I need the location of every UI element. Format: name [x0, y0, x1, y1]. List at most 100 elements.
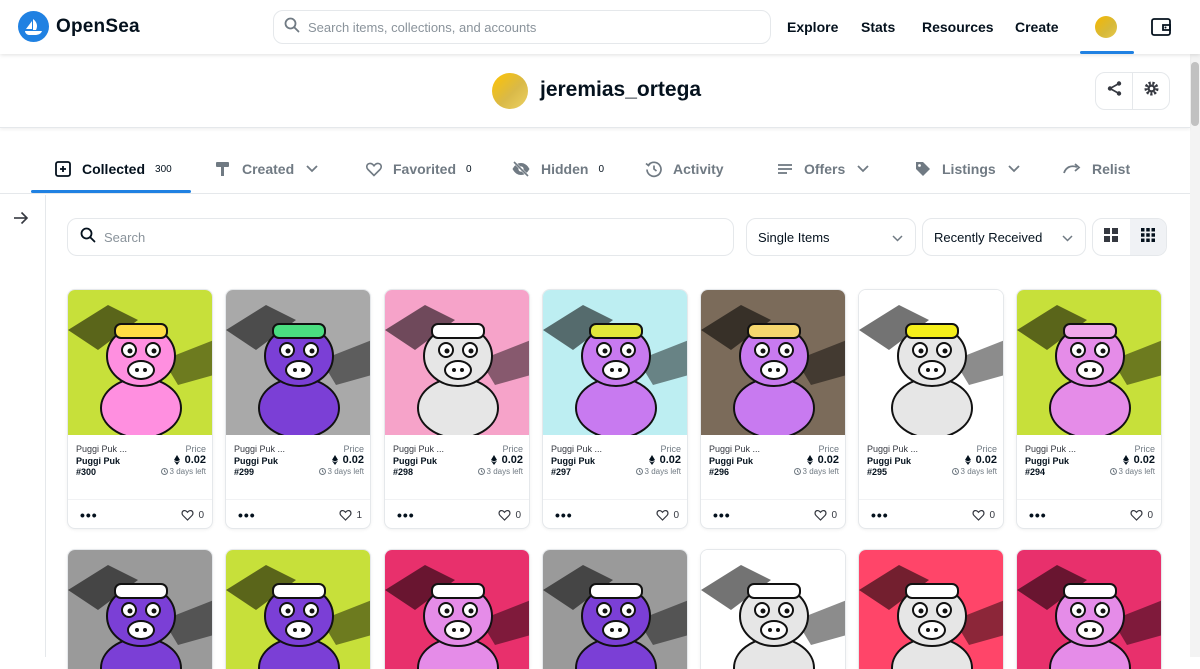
sort-select[interactable]: Recently Received: [922, 218, 1086, 256]
tab-favorited[interactable]: Favorited 0: [365, 160, 472, 178]
nft-art[interactable]: [385, 290, 529, 435]
nft-card[interactable]: Puggi Puk ... Price Puggi Puk 0.02 #294 …: [1016, 289, 1162, 529]
tab-offers[interactable]: Offers: [776, 160, 869, 178]
favorite-button[interactable]: 1: [339, 509, 362, 521]
favorite-button[interactable]: 0: [1130, 509, 1153, 521]
favorite-button[interactable]: 0: [181, 509, 204, 521]
collected-icon: [54, 160, 72, 178]
clock-icon: [951, 468, 959, 475]
item-type-select[interactable]: Single Items: [746, 218, 916, 256]
settings-button[interactable]: [1132, 73, 1169, 109]
nft-card-info: Puggi Puk ... Price Puggi Puk 0.02 #298 …: [385, 435, 529, 499]
nft-collection-name[interactable]: Puggi Puk ...: [551, 444, 602, 454]
nft-card-footer: ••• 1: [226, 499, 370, 528]
more-options-icon[interactable]: •••: [713, 508, 731, 522]
profile-avatar-button[interactable]: [1095, 16, 1117, 38]
nft-image: [226, 290, 370, 435]
page-scrollbar[interactable]: [1190, 54, 1200, 657]
nft-price-label: Price: [343, 444, 364, 454]
tab-activity[interactable]: Activity: [645, 160, 724, 178]
expand-filters-arrow-icon[interactable]: [12, 210, 30, 231]
nft-collection-name[interactable]: Puggi Puk ...: [234, 444, 285, 454]
nft-card[interactable]: [67, 549, 213, 669]
nft-card[interactable]: Puggi Puk ... Price Puggi Puk 0.02 #298 …: [384, 289, 530, 529]
global-search[interactable]: [273, 10, 771, 44]
sort-value: Recently Received: [934, 229, 1043, 245]
nft-like-count: 0: [1147, 509, 1153, 521]
nft-art[interactable]: [859, 550, 1003, 669]
nft-card[interactable]: Puggi Puk ... Price Puggi Puk 0.02 #299 …: [225, 289, 371, 529]
nft-art[interactable]: [226, 290, 370, 435]
nft-art[interactable]: [701, 550, 845, 669]
nft-collection-name[interactable]: Puggi Puk ...: [76, 444, 127, 454]
nft-art[interactable]: [68, 550, 212, 669]
page-scrollbar-thumb[interactable]: [1191, 62, 1199, 126]
nft-card[interactable]: [542, 549, 688, 669]
nft-time-left-text: 3 days left: [1118, 467, 1155, 476]
nft-card-info: Puggi Puk ... Price Puggi Puk 0.02 #294 …: [1017, 435, 1161, 499]
tab-hidden[interactable]: Hidden 0: [511, 160, 604, 178]
tab-collected[interactable]: Collected 300: [54, 160, 172, 178]
nft-collection-name[interactable]: Puggi Puk ...: [709, 444, 760, 454]
nft-price-value: 0.02: [342, 454, 364, 466]
nft-art[interactable]: [1017, 290, 1161, 435]
nft-collection-name[interactable]: Puggi Puk ...: [393, 444, 444, 454]
nft-image: [1017, 550, 1161, 669]
more-options-icon[interactable]: •••: [80, 508, 98, 522]
nft-card-footer: ••• 0: [1017, 499, 1161, 528]
nft-card[interactable]: Puggi Puk ... Price Puggi Puk 0.02 #296 …: [700, 289, 846, 529]
nft-card[interactable]: [858, 549, 1004, 669]
chevron-down-icon: [306, 165, 318, 173]
nft-collection-name[interactable]: Puggi Puk ...: [867, 444, 918, 454]
favorite-button[interactable]: 0: [498, 509, 521, 521]
tab-relist[interactable]: Relist: [1062, 160, 1130, 178]
profile-actions: [1095, 72, 1170, 110]
nav-stats[interactable]: Stats: [861, 19, 895, 35]
nft-art[interactable]: [385, 550, 529, 669]
nft-price: 0.02: [806, 454, 839, 466]
nft-art[interactable]: [1017, 550, 1161, 669]
wallet-icon[interactable]: [1150, 16, 1172, 43]
nft-card[interactable]: [1016, 549, 1162, 669]
nft-art[interactable]: [701, 290, 845, 435]
nav-explore[interactable]: Explore: [787, 19, 838, 35]
more-options-icon[interactable]: •••: [871, 508, 889, 522]
small-grid-button[interactable]: [1129, 219, 1166, 255]
large-grid-icon: [1104, 227, 1119, 247]
nft-number: #298: [393, 467, 414, 477]
favorite-button[interactable]: 0: [656, 509, 679, 521]
tab-created[interactable]: Created: [214, 160, 318, 178]
large-grid-button[interactable]: [1093, 219, 1130, 255]
items-search[interactable]: [67, 218, 734, 256]
filter-sidebar-collapsed: [0, 195, 46, 657]
nft-card[interactable]: [384, 549, 530, 669]
nft-like-count: 0: [515, 509, 521, 521]
global-search-input[interactable]: [308, 19, 748, 35]
items-search-input[interactable]: [104, 229, 704, 245]
favorite-button[interactable]: 0: [814, 509, 837, 521]
nft-collection-name[interactable]: Puggi Puk ...: [1025, 444, 1076, 454]
nft-art[interactable]: [68, 290, 212, 435]
opensea-logo[interactable]: OpenSea: [18, 11, 140, 42]
nav-create[interactable]: Create: [1015, 19, 1059, 35]
nft-price: 0.02: [648, 454, 681, 466]
tab-listings[interactable]: Listings: [914, 160, 1020, 178]
nft-card[interactable]: Puggi Puk ... Price Puggi Puk 0.02 #300 …: [67, 289, 213, 529]
eth-icon: [648, 455, 655, 465]
nft-art[interactable]: [859, 290, 1003, 435]
nft-art[interactable]: [226, 550, 370, 669]
nft-card[interactable]: [225, 549, 371, 669]
more-options-icon[interactable]: •••: [555, 508, 573, 522]
more-options-icon[interactable]: •••: [397, 508, 415, 522]
more-options-icon[interactable]: •••: [238, 508, 256, 522]
share-button[interactable]: [1096, 73, 1132, 109]
nft-time-left-text: 3 days left: [169, 467, 206, 476]
nft-art[interactable]: [543, 550, 687, 669]
nft-card[interactable]: Puggi Puk ... Price Puggi Puk 0.02 #297 …: [542, 289, 688, 529]
nft-card[interactable]: Puggi Puk ... Price Puggi Puk 0.02 #295 …: [858, 289, 1004, 529]
more-options-icon[interactable]: •••: [1029, 508, 1047, 522]
nft-card[interactable]: [700, 549, 846, 669]
favorite-button[interactable]: 0: [972, 509, 995, 521]
nav-resources[interactable]: Resources: [922, 19, 994, 35]
nft-art[interactable]: [543, 290, 687, 435]
